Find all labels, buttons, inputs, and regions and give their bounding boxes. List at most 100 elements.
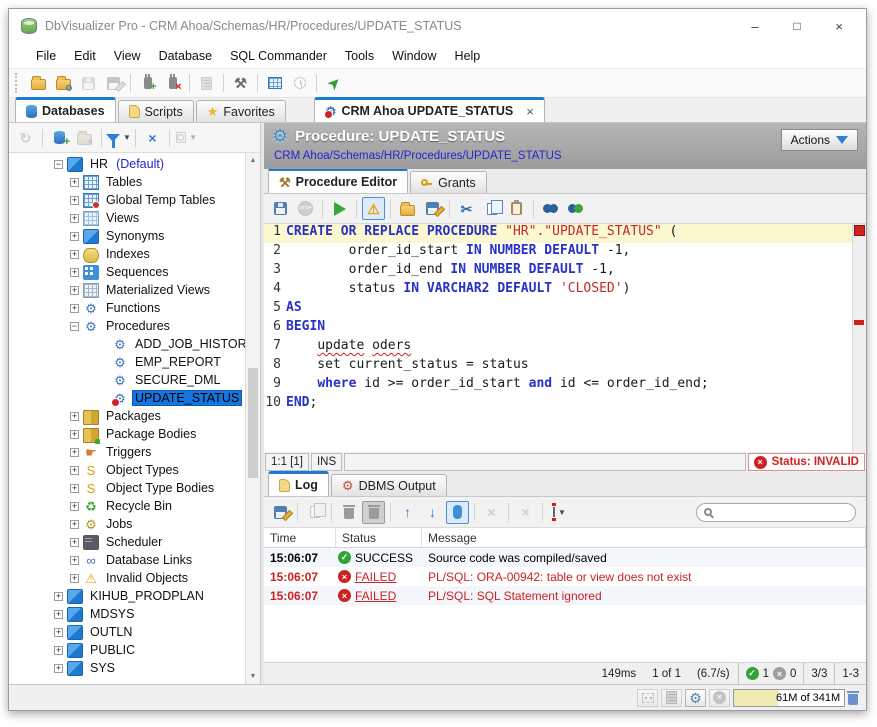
tree-item-kihub-prodplan[interactable]: +KIHUB_PRODPLAN: [9, 587, 245, 605]
tree-item-triggers[interactable]: +☛Triggers: [9, 443, 245, 461]
tree-item-recycle-bin[interactable]: +♻Recycle Bin: [9, 497, 245, 515]
scroll-down-icon[interactable]: ▼: [250, 669, 257, 684]
find-replace-button[interactable]: [564, 197, 587, 220]
close-button[interactable]: ×: [818, 12, 860, 40]
tree-item-jobs[interactable]: +⚙Jobs: [9, 515, 245, 533]
tab-grants[interactable]: Grants: [410, 171, 487, 193]
expander-icon[interactable]: +: [54, 646, 63, 655]
find-button[interactable]: [539, 197, 562, 220]
driver-manager-button[interactable]: ➤: [322, 72, 345, 95]
tree-item-materialized-views[interactable]: +Materialized Views: [9, 281, 245, 299]
minimize-button[interactable]: –: [734, 12, 776, 40]
search-input[interactable]: [717, 506, 848, 518]
expander-icon[interactable]: +: [54, 610, 63, 619]
tree-item-synonyms[interactable]: +Synonyms: [9, 227, 245, 245]
toolbar-grip[interactable]: [15, 73, 21, 93]
expander-icon[interactable]: +: [54, 592, 63, 601]
garbage-collect-button[interactable]: [848, 691, 858, 705]
auto-remove-button[interactable]: [362, 501, 385, 524]
code-line[interactable]: 10END;: [264, 395, 852, 414]
actions-button[interactable]: Actions: [781, 129, 858, 151]
expander-icon[interactable]: −: [54, 160, 63, 169]
save-procedure-button[interactable]: [269, 197, 292, 220]
log-search[interactable]: [696, 503, 856, 522]
tree-item-mdsys[interactable]: +MDSYS: [9, 605, 245, 623]
chevron-down-icon[interactable]: ▼: [123, 133, 131, 142]
tree-item-object-type-bodies[interactable]: +SObject Type Bodies: [9, 479, 245, 497]
tree-item-functions[interactable]: +⚙Functions: [9, 299, 245, 317]
tree-item-secure-dml[interactable]: ⚙SECURE_DML: [9, 371, 245, 389]
memory-monitor[interactable]: 61M of 341M: [733, 689, 845, 707]
expander-icon[interactable]: +: [54, 628, 63, 637]
connect-button[interactable]: [136, 72, 159, 95]
expander-icon[interactable]: +: [70, 448, 79, 457]
column-status[interactable]: Status: [336, 528, 422, 547]
tab-scripts[interactable]: Scripts: [118, 100, 194, 122]
open-settings-button[interactable]: [52, 72, 75, 95]
execute-button[interactable]: [328, 197, 351, 220]
menu-file[interactable]: File: [27, 43, 65, 68]
tab-favorites[interactable]: ★Favorites: [196, 100, 286, 122]
expander-icon[interactable]: +: [70, 304, 79, 313]
menu-edit[interactable]: Edit: [65, 43, 105, 68]
code-line[interactable]: 9 where id >= order_id_start and id <= o…: [264, 376, 852, 395]
save-edit-button[interactable]: [421, 197, 444, 220]
expander-icon[interactable]: +: [70, 520, 79, 529]
expander-icon[interactable]: +: [70, 178, 79, 187]
tree-item-public[interactable]: +PUBLIC: [9, 641, 245, 659]
grid-window-button[interactable]: [263, 72, 286, 95]
tree-item-tables[interactable]: +Tables: [9, 173, 245, 191]
tab-log[interactable]: Log: [268, 471, 329, 496]
tree-item-hr[interactable]: −HR(Default): [9, 155, 245, 173]
menu-sql-commander[interactable]: SQL Commander: [221, 43, 336, 68]
copy-button[interactable]: [480, 197, 503, 220]
menu-tools[interactable]: Tools: [336, 43, 383, 68]
tree-item-update-status[interactable]: ⚙UPDATE_STATUS: [9, 389, 245, 407]
expander-icon[interactable]: +: [70, 556, 79, 565]
tree-item-add-job-history[interactable]: ⚙ADD_JOB_HISTORY: [9, 335, 245, 353]
create-connection-button[interactable]: [48, 126, 71, 149]
tree-item-packages[interactable]: +Packages: [9, 407, 245, 425]
expander-icon[interactable]: +: [70, 214, 79, 223]
row-limit-button[interactable]: ▼: [548, 501, 571, 524]
expander-icon[interactable]: +: [70, 250, 79, 259]
tree-item-invalid-objects[interactable]: +⚠Invalid Objects: [9, 569, 245, 587]
chevron-down-icon[interactable]: ▼: [558, 508, 566, 517]
code-line[interactable]: 6BEGIN: [264, 319, 852, 338]
tree-item-database-links[interactable]: +∞Database Links: [9, 551, 245, 569]
tree-item-sys[interactable]: +SYS: [9, 659, 245, 677]
menu-window[interactable]: Window: [383, 43, 445, 68]
log-row[interactable]: 15:06:07×FAILEDPL/SQL: ORA-00942: table …: [264, 567, 866, 586]
code-line[interactable]: 2 order_id_start IN NUMBER DEFAULT -1,: [264, 243, 852, 262]
expander-icon[interactable]: +: [70, 538, 79, 547]
scroll-to-bottom-button[interactable]: ↓: [421, 501, 444, 524]
tree-item-outln[interactable]: +OUTLN: [9, 623, 245, 641]
expander-icon[interactable]: +: [70, 574, 79, 583]
tab-databases[interactable]: Databases: [15, 97, 116, 122]
code-line[interactable]: 7 update oders: [264, 338, 852, 357]
tab-crm-ahoa-update-status[interactable]: ⚙ CRM Ahoa UPDATE_STATUS ×: [314, 97, 545, 122]
preferences-button[interactable]: ⚙: [685, 689, 706, 707]
code-line[interactable]: 3 order_id_end IN NUMBER DEFAULT -1,: [264, 262, 852, 281]
tree-item-procedures[interactable]: −⚙Procedures: [9, 317, 245, 335]
code-line[interactable]: 1CREATE OR REPLACE PROCEDURE "HR"."UPDAT…: [264, 224, 852, 243]
expander-icon[interactable]: +: [70, 484, 79, 493]
tab-dbms-output[interactable]: ⚙DBMS Output: [331, 474, 447, 496]
highlight-errors-button[interactable]: ⚠: [362, 197, 385, 220]
expander-icon[interactable]: +: [70, 412, 79, 421]
tree-item-global-temp-tables[interactable]: +Global Temp Tables: [9, 191, 245, 209]
log-row[interactable]: 15:06:07✓SUCCESSSource code was compiled…: [264, 548, 866, 567]
tail-log-button[interactable]: [446, 501, 469, 524]
expander-icon[interactable]: +: [54, 664, 63, 673]
filter-button[interactable]: ▼: [107, 126, 130, 149]
tool-properties-button[interactable]: ⚒: [229, 72, 252, 95]
tree-item-object-types[interactable]: +SObject Types: [9, 461, 245, 479]
error-line-mark-icon[interactable]: [854, 320, 864, 325]
menu-database[interactable]: Database: [150, 43, 222, 68]
expander-icon[interactable]: +: [70, 466, 79, 475]
tree-item-indexes[interactable]: +Indexes: [9, 245, 245, 263]
log-row[interactable]: 15:06:07×FAILEDPL/SQL: SQL Statement ign…: [264, 586, 866, 605]
expander-icon[interactable]: +: [70, 502, 79, 511]
menu-help[interactable]: Help: [446, 43, 490, 68]
tree-item-sequences[interactable]: +Sequences: [9, 263, 245, 281]
